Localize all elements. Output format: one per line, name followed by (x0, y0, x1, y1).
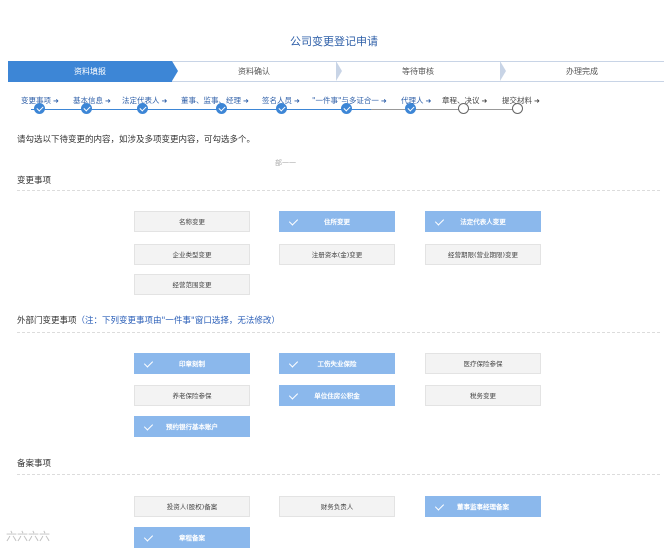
step-separator-icon (500, 61, 506, 81)
option-company-type-change[interactable]: 企业类型变更 (134, 244, 250, 265)
section-note: （注：下列变更事项由"一件事"窗口选择，无法修改） (76, 316, 280, 326)
option-medical-insurance[interactable]: 医疗保险参保 (425, 353, 541, 374)
check-circle-icon (137, 103, 148, 114)
check-icon (143, 532, 154, 542)
check-circle-icon (276, 103, 287, 114)
option-pension-insurance[interactable]: 养老保险参保 (134, 385, 250, 406)
faded-note: 部一一 (275, 159, 296, 167)
option-directors-filing[interactable]: 董事监事经理备案 (425, 496, 541, 517)
step-label: 等待审核 (402, 67, 434, 76)
check-circle-icon (34, 103, 45, 114)
option-injury-insurance[interactable]: 工伤失业保险 (279, 353, 395, 374)
step-separator-icon (336, 61, 342, 81)
check-circle-icon (216, 103, 227, 114)
instruction-text: 请勾选以下待变更的内容，如涉及多项变更内容，可勾选多个。 (17, 135, 256, 145)
step-separator-icon (172, 61, 178, 81)
section-title-filing: 备案事项 (17, 459, 52, 469)
option-charter-filing[interactable]: 章程备案 (134, 527, 250, 548)
divider (17, 474, 660, 475)
step-label: 资料确认 (238, 67, 270, 76)
check-circle-icon (405, 103, 416, 114)
section-title-external: 外部门变更事项（注：下列变更事项由"一件事"窗口选择，无法修改） (17, 316, 280, 326)
check-icon (434, 501, 445, 511)
option-bank-account[interactable]: 预约银行基本账户 (134, 416, 250, 437)
divider (17, 332, 660, 333)
divider (17, 190, 660, 191)
empty-circle-icon (458, 103, 469, 114)
option-scope-change[interactable]: 经营范围变更 (134, 274, 250, 295)
option-legal-rep-change[interactable]: 法定代表人变更 (425, 211, 541, 232)
option-term-change[interactable]: 经营期限(营业期限)变更 (425, 244, 541, 265)
option-address-change[interactable]: 住所变更 (279, 211, 395, 232)
option-seal-engraving[interactable]: 印章刻制 (134, 353, 250, 374)
check-icon (434, 216, 445, 226)
option-finance-head[interactable]: 财务负责人 (279, 496, 395, 517)
page-title: 公司变更登记申请 (290, 35, 378, 48)
watermark-logo: 六六六六 (6, 530, 50, 543)
sub-step-nav: 变更事项 ➜ 基本信息 ➜ 法定代表人 ➜ 董事、监事、经理 ➜ 签名人员 ➜ "一件事"… (21, 95, 581, 119)
empty-circle-icon (512, 103, 523, 114)
option-investor-filing[interactable]: 投资人(股权)备案 (134, 496, 250, 517)
option-name-change[interactable]: 名称变更 (134, 211, 250, 232)
progress-bar: 资料填报 资料确认 等待审核 办理完成 (8, 61, 664, 82)
sub-step-track-pending (371, 109, 519, 110)
section-title-change: 变更事项 (17, 176, 52, 186)
substep-basic-info[interactable]: 基本信息 ➜ (73, 95, 111, 106)
option-tax-change[interactable]: 税务变更 (425, 385, 541, 406)
progress-step-confirm: 资料确认 (172, 61, 342, 82)
check-icon (143, 358, 154, 368)
progress-step-review: 等待审核 (336, 61, 506, 82)
check-icon (288, 390, 299, 400)
check-icon (143, 421, 154, 431)
check-circle-icon (81, 103, 92, 114)
step-label: 办理完成 (566, 67, 598, 76)
progress-step-complete: 办理完成 (500, 61, 664, 82)
option-housing-fund[interactable]: 单位住房公积金 (279, 385, 395, 406)
check-circle-icon (341, 103, 352, 114)
substep-directors[interactable]: 董事、监事、经理 ➜ (181, 95, 249, 106)
progress-step-fill: 资料填报 (8, 61, 178, 82)
check-icon (288, 216, 299, 226)
step-label: 资料填报 (74, 67, 106, 76)
check-icon (288, 358, 299, 368)
option-capital-change[interactable]: 注册资本(金)变更 (279, 244, 395, 265)
